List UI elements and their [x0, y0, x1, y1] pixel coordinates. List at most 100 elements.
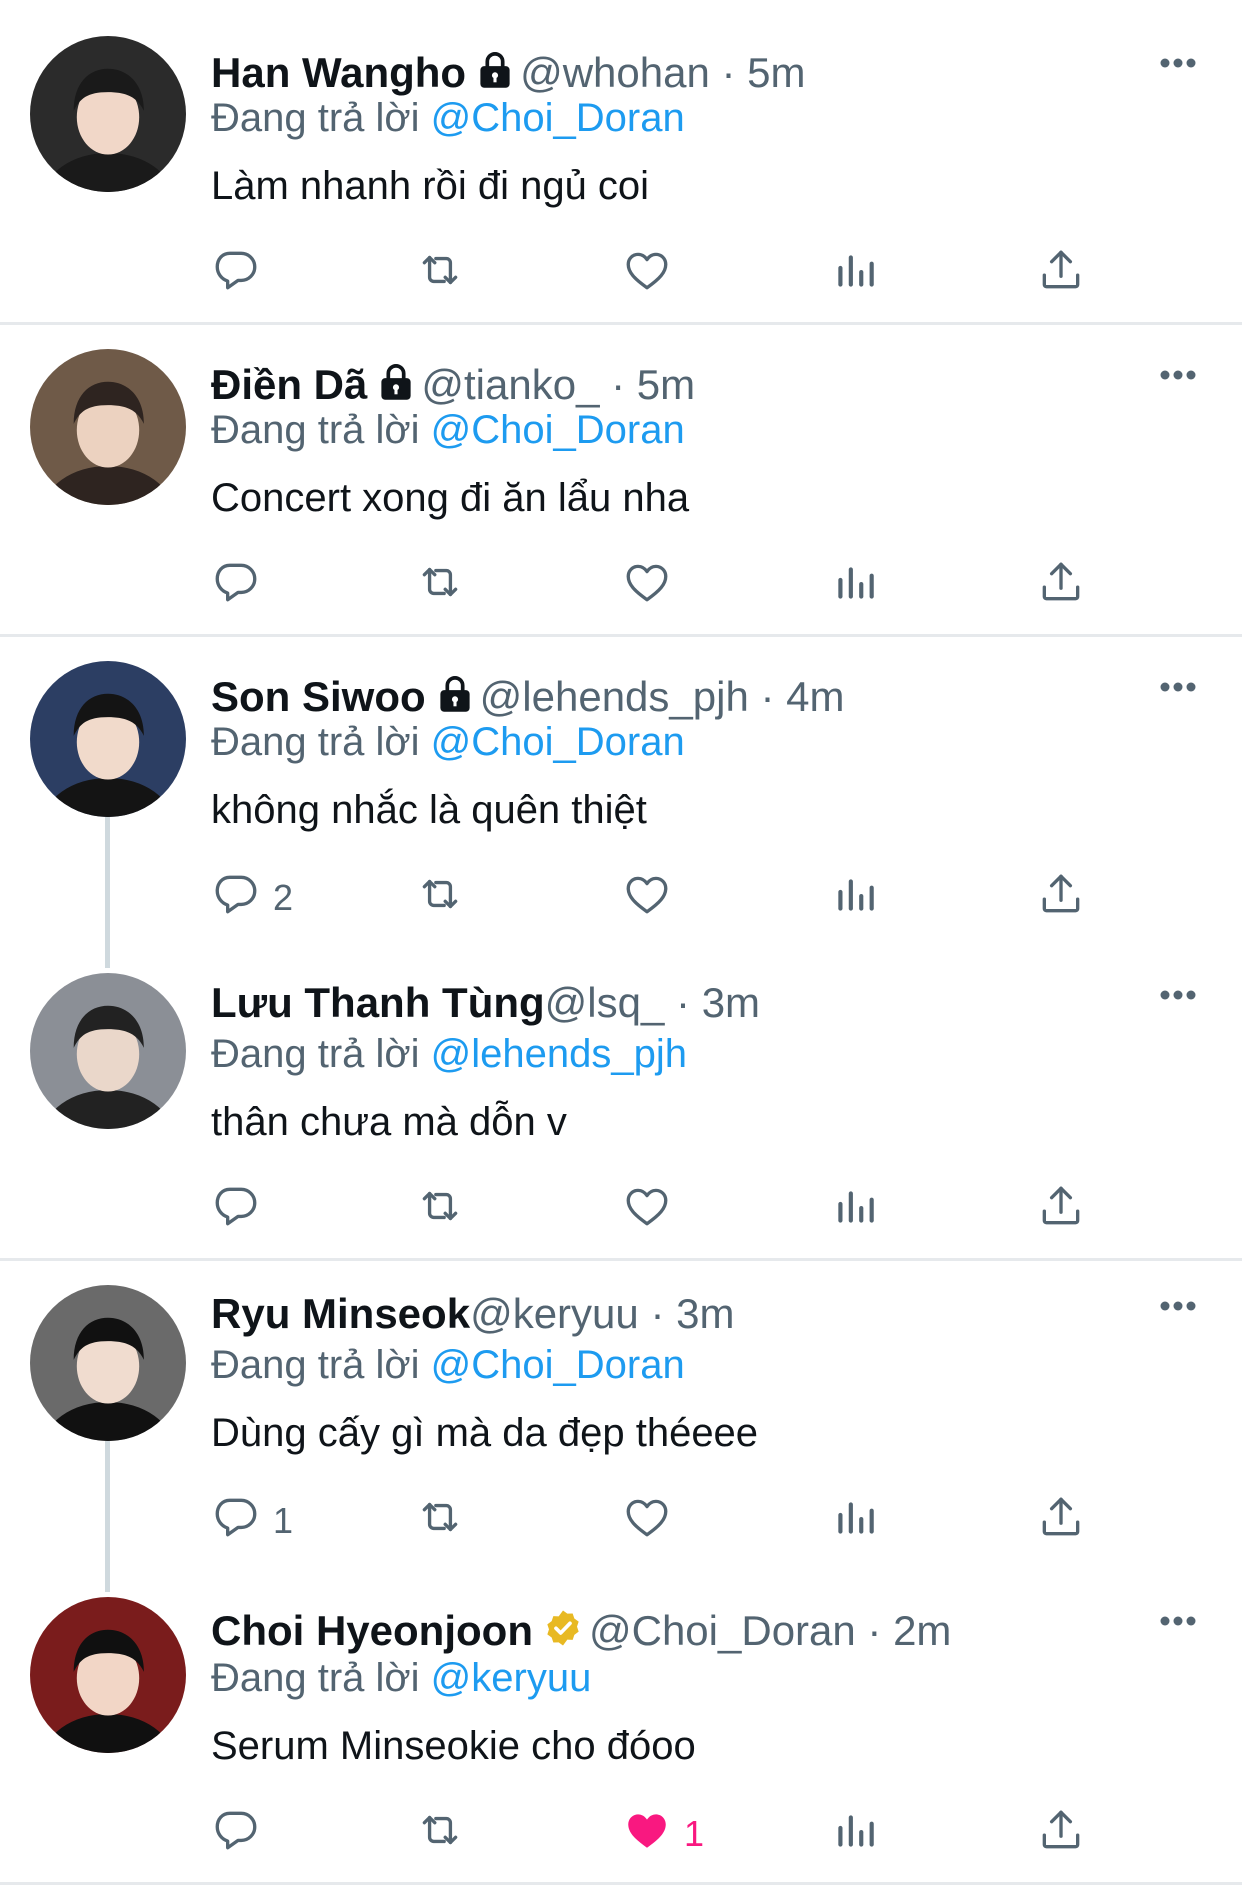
retweet-icon: [415, 1181, 465, 1240]
heart-icon: [622, 1181, 672, 1240]
reply-button[interactable]: [211, 1804, 273, 1864]
more-icon[interactable]: [1158, 988, 1198, 1002]
reply-count: 2: [273, 877, 294, 918]
retweet-button[interactable]: [415, 1180, 465, 1240]
views-button[interactable]: [830, 868, 880, 928]
timestamp[interactable]: 4m: [786, 673, 844, 720]
avatar[interactable]: [30, 349, 186, 505]
mention-link[interactable]: @keryuu: [431, 1656, 592, 1700]
mention-link[interactable]: @lehends_pjh: [431, 1032, 687, 1076]
tweet-text: Serum Minseokie cho đóoo: [211, 1724, 696, 1768]
mention-link[interactable]: @Choi_Doran: [431, 408, 685, 452]
share-icon: [1036, 245, 1086, 304]
avatar[interactable]: [30, 1285, 186, 1441]
heart-icon: [622, 1492, 672, 1551]
reply-button[interactable]: [211, 1180, 273, 1240]
share-button[interactable]: [1036, 1180, 1086, 1240]
share-button[interactable]: [1036, 556, 1086, 616]
replying-to: Đang trả lời @Choi_Doran: [211, 98, 685, 138]
divider: [0, 634, 1242, 637]
tweet-text: Làm nhanh rồi đi ngủ coi: [211, 164, 650, 208]
display-name[interactable]: Choi Hyeonjoon: [211, 1607, 533, 1654]
share-button[interactable]: [1036, 868, 1086, 928]
tweet-actions: [0, 556, 1242, 616]
tweet-text: Dùng cấy gì mà da đẹp théeee: [211, 1411, 759, 1455]
share-icon: [1036, 557, 1086, 616]
like-button[interactable]: [622, 1180, 684, 1240]
reply-button[interactable]: 1: [211, 1491, 293, 1551]
display-name[interactable]: Điền Dã: [211, 361, 367, 408]
share-icon: [1036, 869, 1086, 928]
views-button[interactable]: [830, 1804, 880, 1864]
like-count: 1: [684, 1813, 705, 1854]
separator-dot: ·: [867, 1607, 894, 1654]
mention-link[interactable]: @Choi_Doran: [431, 1343, 685, 1387]
user-handle[interactable]: @whohan: [520, 49, 710, 96]
share-button[interactable]: [1036, 1491, 1086, 1551]
share-icon: [1036, 1805, 1086, 1864]
like-button[interactable]: [622, 1491, 684, 1551]
share-icon: [1036, 1181, 1086, 1240]
like-button[interactable]: 1: [622, 1804, 704, 1864]
replying-to-label: Đang trả lời: [211, 1656, 420, 1700]
timestamp[interactable]: 5m: [637, 361, 695, 408]
tweet-actions: [0, 1180, 1242, 1240]
display-name[interactable]: Lưu Thanh Tùng: [211, 979, 545, 1026]
display-name[interactable]: Han Wangho: [211, 49, 466, 96]
views-button[interactable]: [830, 556, 880, 616]
tweet-text: Concert xong đi ăn lẩu nha: [211, 476, 690, 520]
views-icon: [830, 1492, 880, 1551]
more-icon[interactable]: [1158, 1614, 1198, 1628]
separator-dot: ·: [676, 979, 702, 1026]
share-button[interactable]: [1036, 244, 1086, 304]
reply-button[interactable]: [211, 244, 273, 304]
retweet-button[interactable]: [415, 244, 465, 304]
timestamp[interactable]: 5m: [747, 49, 805, 96]
views-icon: [830, 557, 880, 616]
views-button[interactable]: [830, 1180, 880, 1240]
user-handle[interactable]: @lsq_: [545, 979, 665, 1026]
avatar[interactable]: [30, 661, 186, 817]
retweet-icon: [415, 869, 465, 928]
tweet-text: thân chưa mà dỗn v: [211, 1100, 567, 1144]
replying-to: Đang trả lời @Choi_Doran: [211, 722, 685, 762]
mention-link[interactable]: @Choi_Doran: [431, 96, 685, 140]
tweet-actions: 1: [0, 1491, 1242, 1551]
like-button[interactable]: [622, 556, 684, 616]
retweet-button[interactable]: [415, 556, 465, 616]
more-icon[interactable]: [1158, 56, 1198, 70]
user-handle[interactable]: @tianko_: [421, 361, 599, 408]
more-icon[interactable]: [1158, 368, 1198, 382]
reply-button[interactable]: 2: [211, 868, 293, 928]
like-button[interactable]: [622, 244, 684, 304]
avatar[interactable]: [30, 1597, 186, 1753]
views-button[interactable]: [830, 1491, 880, 1551]
retweet-button[interactable]: [415, 1491, 465, 1551]
user-handle[interactable]: @Choi_Doran: [589, 1607, 856, 1654]
reply-button[interactable]: [211, 556, 273, 616]
avatar[interactable]: [30, 36, 186, 192]
share-button[interactable]: [1036, 1804, 1086, 1864]
views-button[interactable]: [830, 244, 880, 304]
like-button[interactable]: [622, 868, 684, 928]
retweet-icon: [415, 1492, 465, 1551]
retweet-button[interactable]: [415, 1804, 465, 1864]
views-icon: [830, 1805, 880, 1864]
retweet-icon: [415, 245, 465, 304]
tweet-header: Son Siwoo @lehends_pjh · 4m: [211, 674, 845, 721]
user-handle[interactable]: @lehends_pjh: [480, 673, 749, 720]
user-handle[interactable]: @keryuu: [470, 1290, 639, 1337]
more-icon[interactable]: [1158, 1299, 1198, 1313]
display-name[interactable]: Son Siwoo: [211, 673, 426, 720]
replying-to: Đang trả lời @Choi_Doran: [211, 410, 685, 450]
tweet-header: Han Wangho @whohan · 5m: [211, 50, 806, 97]
display-name[interactable]: Ryu Minseok: [211, 1290, 470, 1337]
more-icon[interactable]: [1158, 680, 1198, 694]
timestamp[interactable]: 3m: [676, 1290, 734, 1337]
timestamp[interactable]: 3m: [702, 979, 760, 1026]
mention-link[interactable]: @Choi_Doran: [431, 720, 685, 764]
avatar[interactable]: [30, 973, 186, 1129]
retweet-button[interactable]: [415, 868, 465, 928]
timestamp[interactable]: 2m: [893, 1607, 951, 1654]
share-icon: [1036, 1492, 1086, 1551]
